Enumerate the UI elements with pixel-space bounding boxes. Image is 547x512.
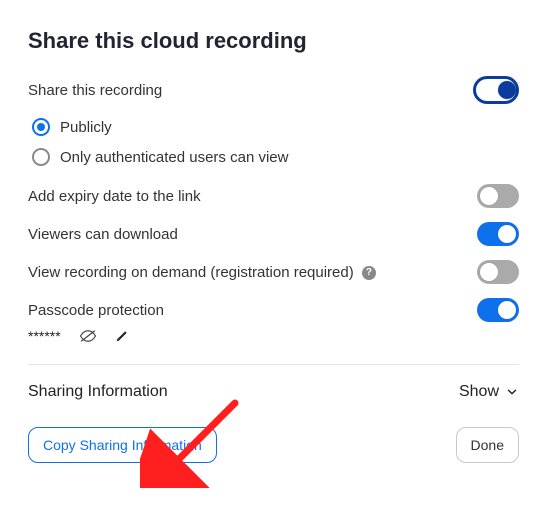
on-demand-row: View recording on demand (registration r… (28, 260, 519, 284)
done-button[interactable]: Done (456, 427, 519, 463)
eye-off-icon (79, 329, 97, 343)
dialog-footer: Copy Sharing Information Done (28, 427, 519, 463)
edit-passcode-button[interactable] (115, 329, 129, 343)
visibility-option-label: Only authenticated users can view (60, 149, 288, 166)
visibility-options: Publicly Only authenticated users can vi… (32, 118, 519, 166)
radio-icon (32, 118, 50, 136)
download-label: Viewers can download (28, 226, 477, 243)
on-demand-label: View recording on demand (registration r… (28, 264, 477, 281)
share-recording-label: Share this recording (28, 82, 473, 99)
expiry-row: Add expiry date to the link (28, 184, 519, 208)
sharing-info-heading: Sharing Information (28, 383, 168, 401)
chevron-down-icon (505, 385, 519, 399)
pencil-icon (115, 329, 129, 343)
download-row: Viewers can download (28, 222, 519, 246)
expiry-label: Add expiry date to the link (28, 188, 477, 205)
passcode-label: Passcode protection (28, 302, 477, 319)
info-icon[interactable]: ? (362, 266, 376, 280)
visibility-option-label: Publicly (60, 119, 112, 136)
sharing-info-row: Sharing Information Show (28, 383, 519, 401)
visibility-option-public[interactable]: Publicly (32, 118, 519, 136)
passcode-toggle[interactable] (477, 298, 519, 322)
share-recording-row: Share this recording (28, 76, 519, 104)
share-recording-toggle[interactable] (473, 76, 519, 104)
passcode-row: Passcode protection (28, 298, 519, 322)
passcode-masked: ****** (28, 328, 61, 344)
download-toggle[interactable] (477, 222, 519, 246)
divider (28, 364, 519, 365)
radio-icon (32, 148, 50, 166)
sharing-info-toggle-label: Show (459, 383, 499, 401)
dialog-title: Share this cloud recording (28, 28, 519, 54)
copy-sharing-info-button[interactable]: Copy Sharing Information (28, 427, 217, 463)
sharing-info-toggle[interactable]: Show (459, 383, 519, 401)
visibility-option-authenticated[interactable]: Only authenticated users can view (32, 148, 519, 166)
on-demand-text: View recording on demand (registration r… (28, 264, 354, 281)
reveal-passcode-button[interactable] (79, 329, 97, 343)
on-demand-toggle[interactable] (477, 260, 519, 284)
passcode-value-row: ****** (28, 328, 519, 344)
expiry-toggle[interactable] (477, 184, 519, 208)
